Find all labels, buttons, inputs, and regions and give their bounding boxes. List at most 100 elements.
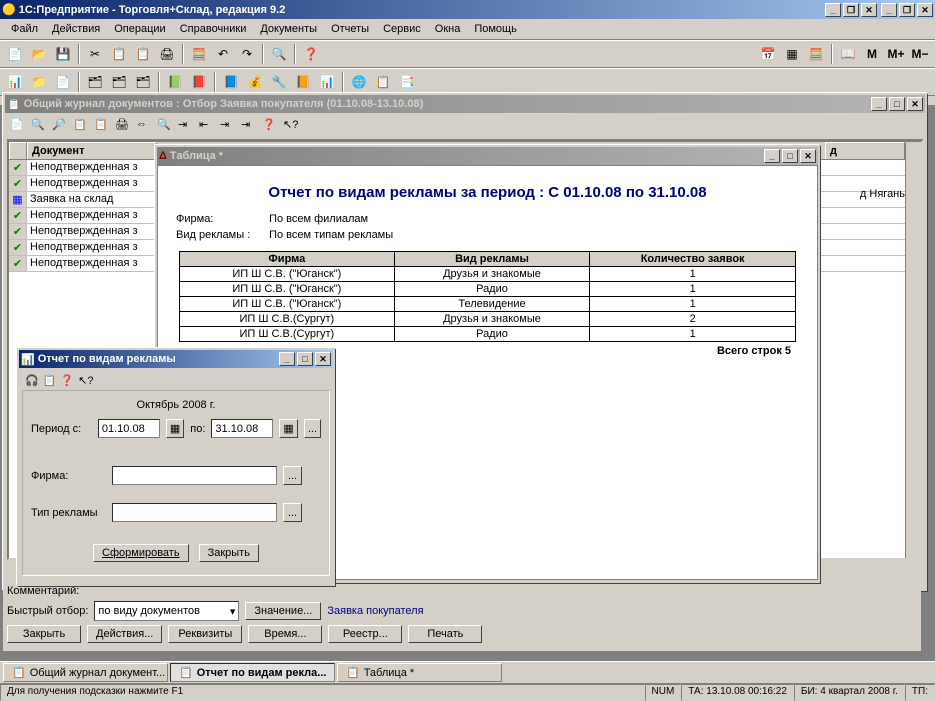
- bottom-button[interactable]: Реквизиты: [168, 625, 242, 643]
- new-icon[interactable]: 📄: [4, 43, 26, 65]
- period-from-input[interactable]: [98, 419, 160, 438]
- dlg-tb-icon-3[interactable]: ❓: [60, 374, 74, 387]
- paste-icon[interactable]: 📋: [132, 43, 154, 65]
- filter-select[interactable]: по виду документов ▾: [94, 601, 239, 621]
- calc-icon[interactable]: 🧮: [188, 43, 210, 65]
- copy-icon[interactable]: 📋: [108, 43, 130, 65]
- mplus-button[interactable]: M+: [885, 43, 907, 65]
- menu-file[interactable]: Файл: [4, 21, 45, 37]
- mdi-restore-button[interactable]: ❐: [899, 3, 915, 17]
- dlg-tb-icon-2[interactable]: 📋: [43, 374, 57, 387]
- jt-icon-8[interactable]: 🔍: [157, 118, 175, 136]
- dialog-max-button[interactable]: □: [297, 352, 313, 366]
- table-max-button[interactable]: □: [782, 149, 798, 163]
- mdi-close-button[interactable]: ✕: [917, 3, 933, 17]
- jt-icon-11[interactable]: ⇥: [220, 118, 238, 136]
- jt-icon-5[interactable]: 📋: [94, 118, 112, 136]
- tb2-icon-10[interactable]: 💰: [244, 71, 266, 93]
- close-button[interactable]: Закрыть: [199, 544, 259, 562]
- calendar-icon[interactable]: 📅: [757, 43, 779, 65]
- menu-actions[interactable]: Действия: [45, 21, 107, 37]
- jt-icon-12[interactable]: ⇥: [241, 118, 259, 136]
- menu-documents[interactable]: Документы: [253, 21, 324, 37]
- tb2-icon-16[interactable]: 📑: [396, 71, 418, 93]
- save-icon[interactable]: 💾: [52, 43, 74, 65]
- menu-service[interactable]: Сервис: [376, 21, 428, 37]
- form-button[interactable]: Сформировать: [93, 544, 189, 562]
- menu-catalogs[interactable]: Справочники: [173, 21, 254, 37]
- tb2-icon-3[interactable]: 📄: [52, 71, 74, 93]
- grid-icon[interactable]: ▦: [781, 43, 803, 65]
- jt-icon-2[interactable]: 🔍: [31, 118, 49, 136]
- help-icon[interactable]: ❓: [300, 43, 322, 65]
- dlg-firma-ellipsis[interactable]: ...: [283, 466, 302, 485]
- col-document[interactable]: Документ: [27, 142, 157, 159]
- bottom-button[interactable]: Время...: [248, 625, 322, 643]
- dialog-min-button[interactable]: _: [279, 352, 295, 366]
- table-min-button[interactable]: _: [764, 149, 780, 163]
- bottom-button[interactable]: Реестр...: [328, 625, 402, 643]
- dialog-close-button[interactable]: ✕: [315, 352, 331, 366]
- period-to-input[interactable]: [211, 419, 273, 438]
- jt-icon-7[interactable]: ⇔: [136, 118, 154, 136]
- dlg-tb-icon-1[interactable]: 🎧: [25, 374, 39, 387]
- period-ellipsis[interactable]: ...: [304, 419, 321, 438]
- cut-icon[interactable]: ✂: [84, 43, 106, 65]
- app-close-icon[interactable]: ✕: [861, 3, 877, 17]
- bottom-button[interactable]: Действия...: [87, 625, 162, 643]
- minimize-button[interactable]: _: [825, 3, 841, 17]
- value-button[interactable]: Значение...: [245, 602, 321, 620]
- book-icon[interactable]: 📖: [837, 43, 859, 65]
- bottom-button[interactable]: Печать: [408, 625, 482, 643]
- journal-min-button[interactable]: _: [871, 97, 887, 111]
- table-titlebar[interactable]: Δ Таблица * _ □ ✕: [157, 147, 818, 165]
- menu-windows[interactable]: Окна: [428, 21, 468, 37]
- table-row[interactable]: ИП Ш С.В. ("Юганск")Друзья и знакомые1: [179, 267, 795, 282]
- calc2-icon[interactable]: 🧮: [805, 43, 827, 65]
- table-close-button[interactable]: ✕: [800, 149, 816, 163]
- find-icon[interactable]: 🔍: [268, 43, 290, 65]
- journal-max-button[interactable]: □: [889, 97, 905, 111]
- taskbar-item[interactable]: 📋Общий журнал документ...: [3, 663, 168, 682]
- bottom-button[interactable]: Закрыть: [7, 625, 81, 643]
- jt-icon-6[interactable]: 🖨: [115, 118, 133, 136]
- table-row[interactable]: ИП Ш С.В.(Сургут)Радио1: [179, 327, 795, 342]
- jt-icon-3[interactable]: 🔎: [52, 118, 70, 136]
- mminus-button[interactable]: M−: [909, 43, 931, 65]
- menu-help[interactable]: Помощь: [467, 21, 524, 37]
- tb2-icon-7[interactable]: 📗: [164, 71, 186, 93]
- taskbar-item[interactable]: 📋Отчет по видам рекла...: [170, 663, 335, 682]
- dlg-firma-input[interactable]: [112, 466, 277, 485]
- journal-close-button[interactable]: ✕: [907, 97, 923, 111]
- menu-operations[interactable]: Операции: [107, 21, 172, 37]
- table-row[interactable]: ИП Ш С.В. ("Юганск")Радио1: [179, 282, 795, 297]
- tb2-icon-4[interactable]: 🗂: [84, 71, 106, 93]
- print-icon[interactable]: 🖨: [156, 43, 178, 65]
- tb2-icon-11[interactable]: 🔧: [268, 71, 290, 93]
- jt-icon-10[interactable]: ⇤: [199, 118, 217, 136]
- jt-icon-13[interactable]: ❓: [262, 118, 280, 136]
- table-row[interactable]: ИП Ш С.В.(Сургут)Друзья и знакомые2: [179, 312, 795, 327]
- dlg-adtype-input[interactable]: [112, 503, 277, 522]
- tb2-icon-9[interactable]: 📘: [220, 71, 242, 93]
- undo-icon[interactable]: ↶: [212, 43, 234, 65]
- restore-button[interactable]: ❐: [843, 3, 859, 17]
- journal-scrollbar[interactable]: [905, 142, 921, 558]
- tb2-icon-12[interactable]: 📙: [292, 71, 314, 93]
- redo-icon[interactable]: ↷: [236, 43, 258, 65]
- tb2-icon-13[interactable]: 📊: [316, 71, 338, 93]
- col-right[interactable]: д: [825, 142, 905, 159]
- jt-icon-1[interactable]: 📄: [10, 118, 28, 136]
- tb2-icon-2[interactable]: 📁: [28, 71, 50, 93]
- tb2-icon-5[interactable]: 🗂: [108, 71, 130, 93]
- tb2-icon-15[interactable]: 📋: [372, 71, 394, 93]
- jt-icon-9[interactable]: ⇥: [178, 118, 196, 136]
- tb2-icon-1[interactable]: 📊: [4, 71, 26, 93]
- tb2-icon-6[interactable]: 🗂: [132, 71, 154, 93]
- tb2-icon-8[interactable]: 📕: [188, 71, 210, 93]
- taskbar-item[interactable]: 📋Таблица *: [337, 663, 502, 682]
- journal-titlebar[interactable]: 📋 Общий журнал документов : Отбор Заявка…: [5, 95, 925, 113]
- open-icon[interactable]: 📂: [28, 43, 50, 65]
- menu-reports[interactable]: Отчеты: [324, 21, 376, 37]
- dlg-adtype-ellipsis[interactable]: ...: [283, 503, 302, 522]
